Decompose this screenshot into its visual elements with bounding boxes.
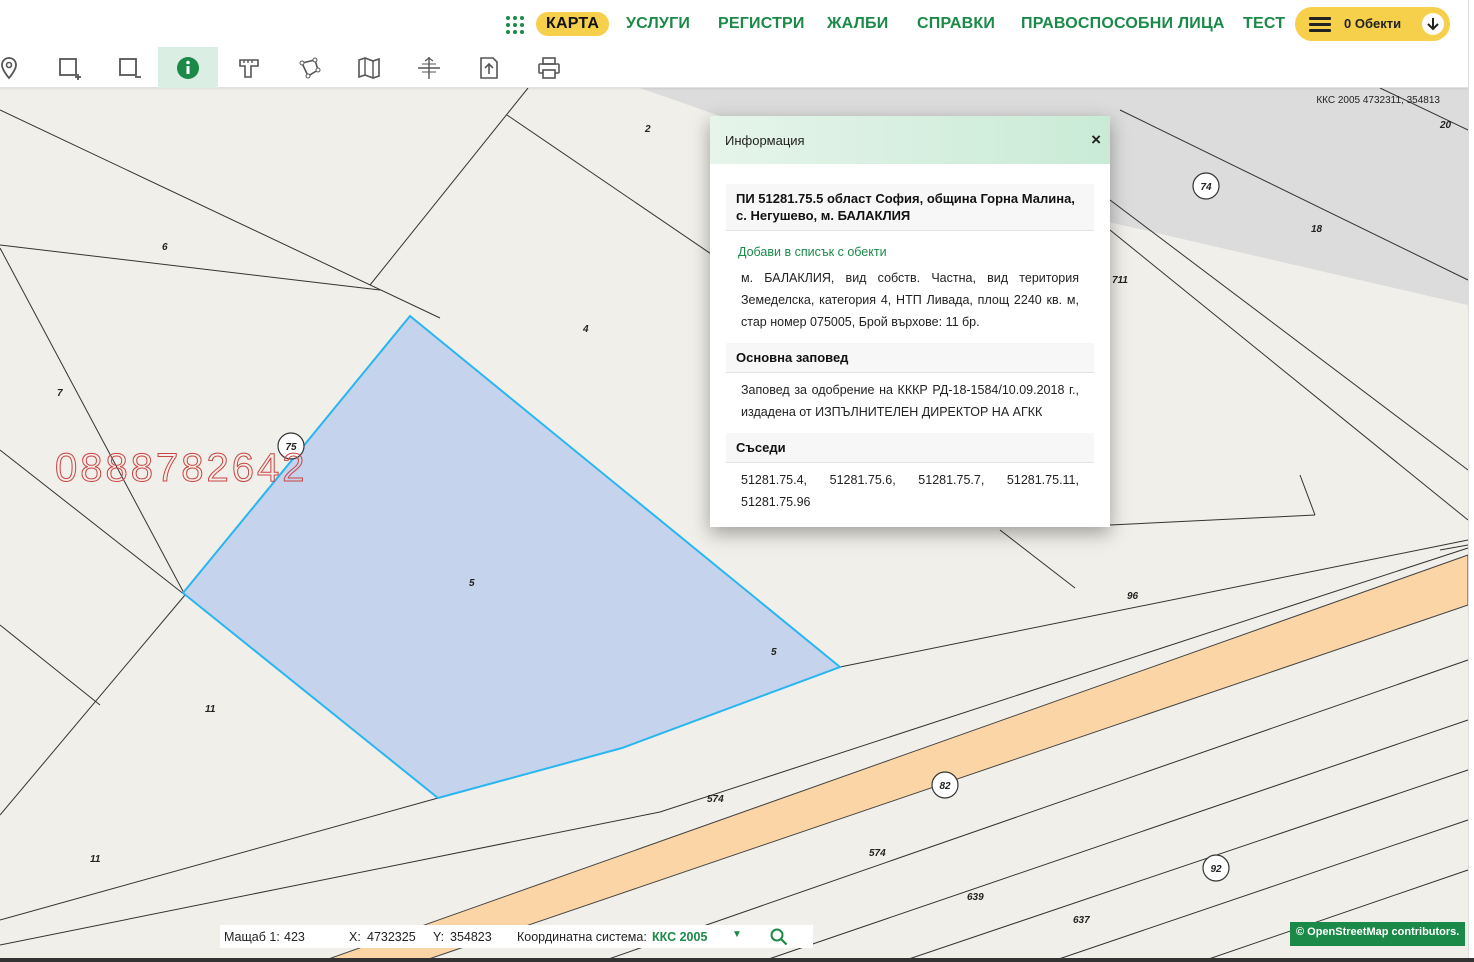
parcel-label: 11 [90,854,101,865]
parcel-label: 7 [57,388,63,399]
phone-watermark: 0888782642 [54,446,308,491]
osm-attribution[interactable]: © OpenStreetMap contributors. [1290,922,1465,946]
objects-count-label: 0 Обекти [1344,16,1402,31]
scale-input[interactable]: 423 [284,930,305,944]
coordinates-tool-button[interactable] [399,47,459,88]
marker-tool-button[interactable] [0,47,39,88]
parcel-label: 5 [771,647,777,658]
nav-item-services[interactable]: УСЛУГИ [626,15,690,33]
crs-label: Координатна система: [517,930,647,944]
cadastre-map-app: 74 75 82 92 2 20 74 18 711 6 4 7 75 5 5 [0,0,1474,962]
close-icon[interactable]: × [1091,130,1101,150]
popup-header: Информация × [710,116,1110,164]
apps-grid-icon[interactable] [505,15,525,35]
map-toolbar [0,47,1468,88]
polygon-tool-button[interactable] [279,47,339,88]
map-status-bar: Мащаб 1: 423 X: 4732325 Y: 354823 Коорди… [220,925,813,948]
parcel-label: 574 [707,794,724,805]
arrow-down-icon [1422,13,1444,35]
polygon-icon [299,57,321,78]
nav-item-registers[interactable]: РЕГИСТРИ [718,15,805,33]
parcel-label: 96 [1127,591,1139,602]
bottom-border [0,958,1474,962]
nav-item-licensed-persons[interactable]: ПРАВОСПОСОБНИ ЛИЦА [1021,15,1225,33]
nav-item-map[interactable]: КАРТА [536,12,610,36]
printer-icon [538,56,560,79]
nav-item-references[interactable]: СПРАВКИ [917,15,995,33]
print-button[interactable] [519,47,579,88]
parcel-label: 20 [1439,120,1452,131]
parcel-details: м. БАЛАКЛИЯ, вид собств. Частна, вид тер… [741,271,1079,329]
parcel-label: 4 [582,324,589,335]
top-navigation: КАРТА УСЛУГИ РЕГИСТРИ ЖАЛБИ СПРАВКИ ПРАВ… [0,0,1474,47]
parcel-label: 11 [205,704,216,715]
parcel-label: 637 [1073,915,1090,926]
road-marker-92-label: 92 [1210,864,1222,875]
road-marker-74-label: 74 [1200,182,1212,193]
measure-tool-button[interactable] [219,47,279,88]
info-tool-button[interactable] [158,47,218,88]
objects-list-button[interactable]: 0 Обекти [1295,7,1450,41]
chevron-down-icon[interactable]: ▼ [732,929,742,940]
select-rectangle-remove-button[interactable] [99,47,159,88]
parcel-label: 711 [1112,275,1128,286]
road-marker-82-label: 82 [939,781,951,792]
nav-item-complaints[interactable]: ЖАЛБИ [827,15,888,33]
order-text: Заповед за одобрение на КККР РД-18-1584/… [741,383,1079,419]
rectangle-add-icon [59,57,81,80]
map-layers-button[interactable] [339,47,399,88]
export-tool-button[interactable] [459,47,519,88]
parcel-label: 2 [644,124,651,135]
location-pin-icon [1,56,17,79]
hamburger-icon [1309,17,1331,32]
order-heading: Основна заповед [726,343,1094,373]
search-icon[interactable] [770,928,788,946]
parcel-label: 6 [162,242,168,253]
y-label: Y: [433,930,445,944]
x-value: 4732325 [367,930,416,944]
upload-document-icon [480,56,498,79]
nav-item-test[interactable]: ТЕСТ [1243,15,1285,33]
select-rectangle-add-button[interactable] [39,47,99,88]
parcel-label: 18 [1311,224,1323,235]
info-popup: Информация × ПИ 51281.75.5 област София,… [710,116,1110,527]
ruler-icon [239,58,259,78]
window-edge [1468,0,1474,962]
parcel-label: 639 [967,892,984,903]
folded-map-icon [358,56,380,79]
neighbors-list: 51281.75.4, 51281.75.6, 51281.75.7, 5128… [741,473,1079,509]
popup-title: Информация [725,133,805,148]
x-label: X: [349,930,361,944]
y-value: 354823 [450,930,492,944]
crosshair-grid-icon [418,56,440,79]
neighbors-heading: Съседи [726,433,1094,463]
add-to-objects-link[interactable]: Добави в списък с обекти [726,243,1094,261]
parcel-label: 5 [469,578,475,589]
info-icon [177,56,199,79]
rectangle-remove-icon [119,57,141,78]
scale-label: Мащаб 1: [224,930,280,944]
cursor-coordinate-readout: ККС 2005 4732311, 354813 [1316,95,1440,106]
parcel-label: 574 [869,848,886,859]
crs-select[interactable]: ККС 2005 [652,930,707,944]
parcel-heading: ПИ 51281.75.5 област София, община Горна… [726,184,1094,231]
